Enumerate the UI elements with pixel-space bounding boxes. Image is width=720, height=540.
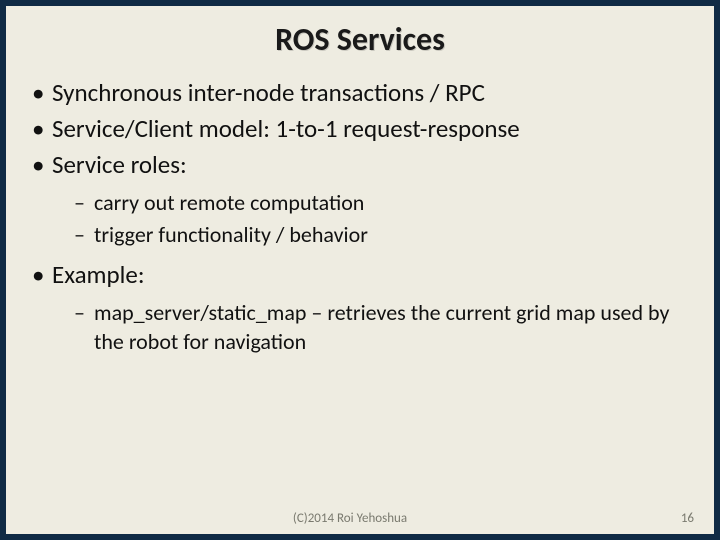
sub-bullet-item: carry out remote computation [74,189,690,218]
footer-copyright: (C)2014 Roi Yehoshua [46,511,654,526]
bullet-text: Service/Client model: 1-to-1 request-res… [52,113,520,144]
slide: ROS Services Synchronous inter-node tran… [0,0,720,540]
sub-bullet-list: carry out remote computation trigger fun… [74,189,690,249]
footer-page-number: 16 [654,511,694,526]
bullet-item: Synchronous inter-node transactions / RP… [28,77,690,109]
bullet-text: Example: [52,259,145,290]
slide-content: Synchronous inter-node transactions / RP… [28,77,690,356]
slide-title: ROS Services [6,20,714,59]
slide-footer: (C)2014 Roi Yehoshua 16 [6,511,714,526]
sub-bullet-text: carry out remote computation [94,189,364,216]
sub-bullet-list: map_server/static_map – retrieves the cu… [74,299,690,356]
sub-bullet-text: trigger functionality / behavior [94,221,368,248]
sub-bullet-item: trigger functionality / behavior [74,221,690,250]
bullet-text: Synchronous inter-node transactions / RP… [52,77,485,108]
bullet-list: Synchronous inter-node transactions / RP… [28,77,690,356]
bullet-item: Service/Client model: 1-to-1 request-res… [28,113,690,145]
sub-bullet-item: map_server/static_map – retrieves the cu… [74,299,690,356]
bullet-text: Service roles: [52,149,187,180]
bullet-item: Example: map_server/static_map – retriev… [28,259,690,356]
sub-bullet-text: map_server/static_map – retrieves the cu… [94,299,669,355]
bullet-item: Service roles: carry out remote computat… [28,149,690,249]
